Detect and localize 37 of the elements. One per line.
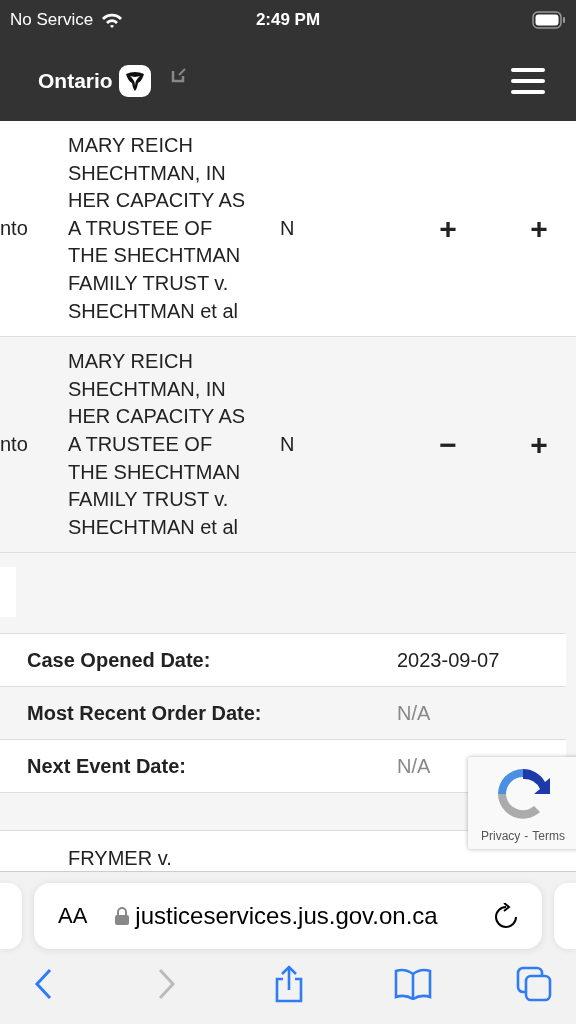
field-value: N/A xyxy=(397,754,431,778)
external-link-icon[interactable] xyxy=(170,66,187,83)
wifi-icon xyxy=(101,12,124,28)
field-value: 2023-09-07 xyxy=(397,648,500,672)
toggle-button[interactable]: − xyxy=(430,430,466,459)
table-cell-text: N xyxy=(279,431,296,457)
book-icon[interactable] xyxy=(394,968,432,1000)
reload-icon[interactable] xyxy=(494,903,518,929)
text-size-button[interactable]: AA xyxy=(58,903,88,929)
table-cell-text: nto xyxy=(0,215,29,241)
toggle-button[interactable]: + xyxy=(521,214,557,243)
back-icon[interactable] xyxy=(34,968,52,1000)
field-label: Case Opened Date: xyxy=(26,648,212,672)
field-label: Next Event Date: xyxy=(26,754,187,778)
tabs-icon[interactable] xyxy=(516,966,552,1002)
toggle-button[interactable]: + xyxy=(521,430,557,459)
menu-icon[interactable] xyxy=(510,65,546,96)
lock-icon xyxy=(115,907,130,925)
field-label: Most Recent Order Date: xyxy=(26,701,263,725)
table-cell-text: MARY REICH SHECHTMAN, IN HER CAPACITY AS A TRUSTEE OF THE SHECHTMAN FAMILY TRUST v. SHECHTMAN et al xyxy=(68,349,247,540)
privacy-link[interactable]: Privacy xyxy=(481,829,521,843)
terms-link[interactable]: Terms xyxy=(532,829,565,843)
battery-icon xyxy=(532,11,566,29)
field-value: N/A xyxy=(397,701,431,725)
brand-name[interactable]: Ontario xyxy=(38,68,113,93)
clock-text: 2:49 PM xyxy=(255,10,321,30)
table-cell-text: nto xyxy=(0,431,29,457)
toggle-button[interactable]: + xyxy=(430,214,466,243)
table-cell: FRYMER v. xyxy=(68,847,172,870)
separator-text: - xyxy=(524,829,529,843)
url-text: justiceservices.jus.gov.on.ca xyxy=(135,902,439,930)
carrier-text: No Service xyxy=(10,10,94,30)
share-icon[interactable] xyxy=(274,965,304,1003)
trillium-logo-icon xyxy=(118,64,151,97)
table-cell-text: MARY REICH SHECHTMAN, IN HER CAPACITY AS A TRUSTEE OF THE SHECHTMAN FAMILY TRUST v. SHECHTMAN et al xyxy=(68,133,247,324)
address-bar[interactable]: AA justiceservices.jus.gov.on.ca xyxy=(34,883,542,949)
table-cell-text: N xyxy=(279,215,296,241)
